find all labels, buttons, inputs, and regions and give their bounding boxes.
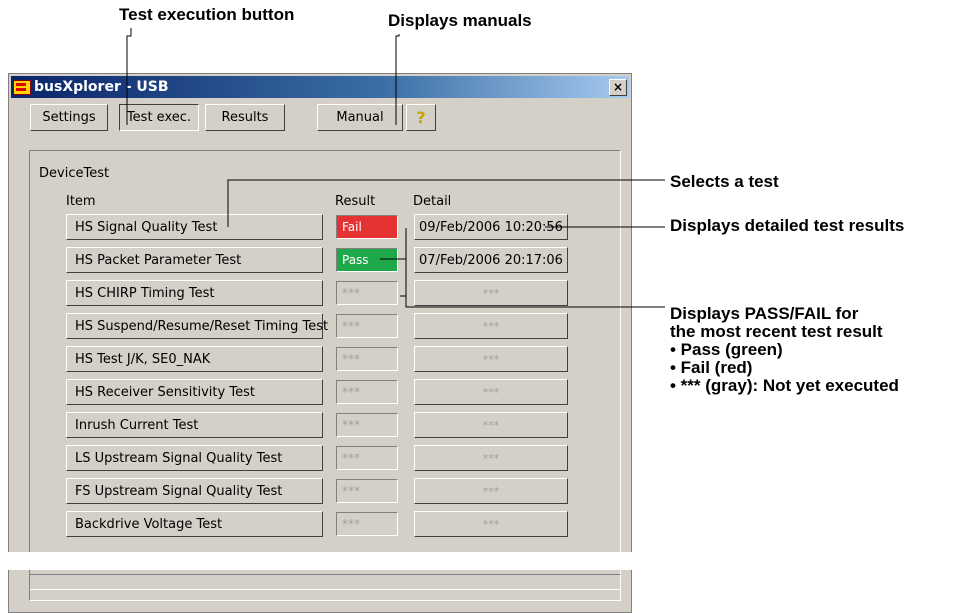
column-header-result: Result — [335, 194, 376, 209]
app-window: busXplorer - USB × Settings Test exec. R… — [8, 73, 632, 613]
test-row: Backdrive Voltage Test *** *** — [66, 511, 586, 537]
test-result-indicator: *** — [336, 479, 398, 503]
test-result-indicator: *** — [336, 281, 398, 305]
callout-displays-detailed: Displays detailed test results — [670, 216, 905, 235]
test-result-indicator: *** — [336, 446, 398, 470]
test-detail-button[interactable]: *** — [414, 313, 568, 339]
test-item-button[interactable]: HS Suspend/Resume/Reset Timing Test — [66, 313, 328, 339]
test-row: LS Upstream Signal Quality Test *** *** — [66, 445, 586, 471]
status-panel — [29, 574, 621, 601]
test-detail-button[interactable]: *** — [414, 346, 568, 372]
test-detail-button[interactable]: 07/Feb/2006 20:17:06 — [414, 247, 568, 273]
test-item-button[interactable]: HS Packet Parameter Test — [66, 247, 323, 273]
callout-selects-test: Selects a test — [670, 172, 779, 191]
test-result-indicator: *** — [336, 512, 398, 536]
test-detail-button[interactable]: *** — [414, 445, 568, 471]
window-title: busXplorer - USB — [34, 79, 169, 95]
test-detail-button[interactable]: 09/Feb/2006 10:20:56 — [414, 214, 568, 240]
column-header-detail: Detail — [413, 194, 452, 209]
test-item-button[interactable]: HS Signal Quality Test — [66, 214, 323, 240]
callout-pass-fail-line1: Displays PASS/FAIL for — [670, 304, 859, 323]
callout-displays-manuals: Displays manuals — [388, 11, 532, 30]
test-result-indicator: *** — [336, 413, 398, 437]
test-row: FS Upstream Signal Quality Test *** *** — [66, 478, 586, 504]
test-row: HS Test J/K, SE0_NAK *** *** — [66, 346, 586, 372]
test-item-button[interactable]: HS Test J/K, SE0_NAK — [66, 346, 323, 372]
close-button[interactable]: × — [609, 79, 627, 96]
test-detail-button[interactable]: *** — [414, 511, 568, 537]
test-item-button[interactable]: HS CHIRP Timing Test — [66, 280, 323, 306]
test-detail-button[interactable]: *** — [414, 280, 568, 306]
test-item-button[interactable]: HS Receiver Sensitivity Test — [66, 379, 323, 405]
tab-results[interactable]: Results — [205, 104, 285, 131]
test-result-indicator: Fail — [336, 215, 398, 239]
help-icon: ? — [416, 108, 426, 127]
test-item-button[interactable]: Inrush Current Test — [66, 412, 323, 438]
test-detail-button[interactable]: *** — [414, 412, 568, 438]
test-item-button[interactable]: FS Upstream Signal Quality Test — [66, 478, 323, 504]
title-bar[interactable]: busXplorer - USB × — [11, 76, 629, 98]
test-item-button[interactable]: Backdrive Voltage Test — [66, 511, 323, 537]
test-row: HS Signal Quality Test Fail 09/Feb/2006 10… — [66, 214, 586, 240]
test-detail-button[interactable]: *** — [414, 478, 568, 504]
help-button[interactable]: ? — [406, 104, 436, 131]
test-result-indicator: *** — [336, 314, 398, 338]
test-result-indicator: *** — [336, 380, 398, 404]
test-row: HS CHIRP Timing Test *** *** — [66, 280, 586, 306]
image-cut-gap — [0, 552, 978, 570]
test-result-indicator: Pass — [336, 248, 398, 272]
test-row: HS Suspend/Resume/Reset Timing Test *** **… — [66, 313, 586, 339]
section-label: DeviceTest — [39, 166, 110, 181]
test-row: HS Packet Parameter Test Pass 07/Feb/2006 … — [66, 247, 586, 273]
test-row: HS Receiver Sensitivity Test *** *** — [66, 379, 586, 405]
callout-bullet: • Fail (red) — [670, 358, 753, 377]
test-result-indicator: *** — [336, 347, 398, 371]
callout-bullet: • Pass (green) — [670, 340, 783, 359]
manual-button[interactable]: Manual — [317, 104, 403, 131]
app-logo-icon — [13, 79, 31, 95]
test-item-button[interactable]: LS Upstream Signal Quality Test — [66, 445, 323, 471]
tab-test-exec[interactable]: Test exec. — [119, 104, 199, 131]
test-detail-button[interactable]: *** — [414, 379, 568, 405]
column-header-item: Item — [66, 194, 96, 209]
callout-pass-fail-line2: the most recent test result — [670, 322, 883, 341]
callout-test-execution-button: Test execution button — [119, 5, 295, 24]
callout-bullet: • *** (gray): Not yet executed — [670, 376, 899, 395]
tab-settings[interactable]: Settings — [30, 104, 108, 131]
callout-bullet-list: • Pass (green) • Fail (red) • *** (gray)… — [670, 341, 899, 395]
callout-pass-fail: Displays PASS/FAIL for the most recent t… — [670, 305, 899, 395]
test-row: Inrush Current Test *** *** — [66, 412, 586, 438]
